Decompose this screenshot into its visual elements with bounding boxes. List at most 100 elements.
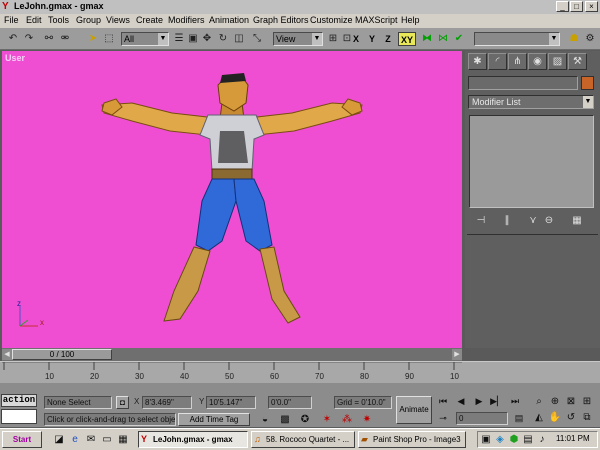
object-color-swatch[interactable] — [581, 76, 594, 90]
menu-help[interactable]: Help — [401, 15, 420, 25]
hierarchy-tab-icon[interactable]: ⋔ — [508, 53, 527, 70]
task-button-rococo-quartet[interactable]: ♫ 58. Rococo Quartet - ... — [251, 431, 355, 448]
quick-render-icon[interactable]: ⚙ — [583, 32, 597, 46]
tray-display-icon[interactable]: ▤ — [521, 433, 535, 446]
window-crossing-toggle-icon[interactable]: ⁂ — [340, 413, 354, 426]
spinner-snap-icon[interactable]: ✶ — [320, 413, 334, 426]
viewport-label[interactable]: User — [5, 53, 25, 63]
axis-x-button[interactable]: X — [349, 32, 363, 46]
task-button-paint-shop-pro[interactable]: ▰ Paint Shop Pro - Image3 — [358, 431, 466, 448]
maxscript-mini-listener-label[interactable]: action — [1, 394, 37, 407]
add-time-tag-button[interactable]: Add Time Tag — [178, 413, 250, 426]
degradation-override-icon[interactable]: ✷ — [360, 413, 374, 426]
maxscript-input[interactable] — [1, 409, 37, 424]
unlink-icon[interactable]: ⚮ — [58, 32, 72, 46]
close-button[interactable]: × — [585, 1, 598, 12]
modifier-stack-list[interactable] — [469, 115, 594, 208]
squash-icon[interactable]: ⤡ — [250, 32, 264, 46]
remove-modifier-icon[interactable]: ⊖ — [542, 214, 556, 227]
rotate-icon[interactable]: ↻ — [216, 32, 230, 46]
go-to-end-icon[interactable]: ⏭ — [508, 395, 522, 408]
tray-network-icon[interactable]: ▣ — [479, 433, 493, 446]
menu-edit[interactable]: Edit — [26, 15, 42, 25]
redo-icon[interactable]: ↷ — [22, 32, 36, 46]
select-by-name-icon[interactable]: ☰ — [172, 32, 186, 46]
reference-coord-dropdown[interactable]: View ▼ — [273, 32, 323, 46]
menu-create[interactable]: Create — [136, 15, 163, 25]
pivot-center-icon[interactable]: ⊞ — [326, 32, 340, 46]
object-name-field[interactable] — [468, 76, 578, 90]
modify-tab-icon[interactable]: ◜ — [488, 53, 507, 70]
play-icon[interactable]: ▶ — [472, 395, 486, 408]
time-prev-icon[interactable]: ◀ — [2, 349, 12, 360]
start-button[interactable]: Start — [2, 431, 42, 448]
field-of-view-icon[interactable]: ◭ — [532, 411, 546, 424]
zoom-extents-all-icon[interactable]: ⊞ — [580, 395, 594, 408]
modifier-list-dropdown[interactable]: Modifier List ▼ — [468, 95, 594, 109]
named-selection-dropdown[interactable]: ▼ — [474, 32, 560, 46]
quicklaunch-explorer-icon[interactable]: ◪ — [52, 433, 66, 446]
tray-app-icon[interactable]: ⬢ — [507, 433, 521, 446]
region-select-icon[interactable]: ⬚ — [102, 32, 116, 46]
lock-selection-icon[interactable]: ◘ — [116, 396, 129, 409]
zoom-icon[interactable]: ⌕ — [532, 395, 546, 408]
mirror-icon[interactable]: ⧓ — [420, 32, 434, 46]
render-icon[interactable]: ☗ — [567, 32, 581, 46]
animate-button[interactable]: Animate — [396, 396, 432, 424]
selection-filter-dropdown[interactable]: All ▼ — [121, 32, 169, 46]
named-selection-icon[interactable]: ✔ — [452, 32, 466, 46]
quicklaunch-desktop-icon[interactable]: ▭ — [100, 433, 114, 446]
undo-icon[interactable]: ↶ — [6, 32, 20, 46]
display-tab-icon[interactable]: ▨ — [548, 53, 567, 70]
tray-antivirus-icon[interactable]: ◈ — [493, 433, 507, 446]
select-arrow-icon[interactable]: ➤ — [86, 32, 100, 46]
time-slider-thumb[interactable]: 0 / 100 — [12, 349, 112, 360]
create-tab-icon[interactable]: ✱ — [468, 53, 487, 70]
menu-views[interactable]: Views — [106, 15, 130, 25]
percent-snap-icon[interactable]: ✪ — [298, 413, 312, 426]
menu-animation[interactable]: Animation — [209, 15, 249, 25]
character-model[interactable] — [2, 51, 462, 348]
gmax-app-icon[interactable]: Y — [2, 1, 12, 12]
task-button-gmax[interactable]: Y LeJohn.gmax - gmax — [138, 431, 248, 448]
y-coord-field[interactable]: 10'5.147" — [206, 396, 256, 409]
time-next-icon[interactable]: ▶ — [452, 349, 462, 360]
next-frame-icon[interactable]: ▶▏ — [490, 395, 504, 408]
quicklaunch-ie-icon[interactable]: e — [68, 433, 82, 446]
configure-sets-icon[interactable]: ▦ — [570, 214, 584, 227]
quicklaunch-media-icon[interactable]: ▦ — [116, 433, 130, 446]
x-coord-field[interactable]: 8'3.469" — [142, 396, 192, 409]
current-frame-field[interactable]: 0 — [456, 412, 508, 425]
z-coord-field[interactable]: 0'0.0" — [268, 396, 312, 409]
utilities-tab-icon[interactable]: ⚒ — [568, 53, 587, 70]
scale-icon[interactable]: ◫ — [232, 32, 246, 46]
pin-stack-icon[interactable]: ⊣ — [474, 214, 488, 227]
axis-xy-button[interactable]: XY — [398, 32, 416, 46]
axis-z-button[interactable]: Z — [381, 32, 395, 46]
make-unique-icon[interactable]: ⋎ — [526, 214, 540, 227]
perspective-viewport[interactable] — [2, 51, 462, 348]
quicklaunch-outlook-icon[interactable]: ✉ — [84, 433, 98, 446]
angle-snap-icon[interactable]: ▩ — [278, 413, 292, 426]
link-icon[interactable]: ⚯ — [42, 32, 56, 46]
clock[interactable]: 11:01 PM — [556, 434, 590, 443]
show-end-result-icon[interactable]: ∥ — [500, 214, 514, 227]
tray-volume-icon[interactable]: ♪ — [535, 433, 549, 446]
menu-customize[interactable]: Customize — [310, 15, 353, 25]
snap-toggle-icon[interactable]: ◒ — [258, 413, 272, 426]
menu-maxscript[interactable]: MAXScript — [355, 15, 398, 25]
menu-tools[interactable]: Tools — [48, 15, 69, 25]
arc-rotate-icon[interactable]: ↺ — [564, 411, 578, 424]
pan-hand-icon[interactable]: ✋ — [548, 411, 562, 424]
maximize-viewport-icon[interactable]: ⧉ — [580, 411, 594, 424]
menu-graph-editors[interactable]: Graph Editors — [253, 15, 309, 25]
time-config-icon[interactable]: ▤ — [512, 412, 526, 425]
align-icon[interactable]: ⋈ — [436, 32, 450, 46]
menu-modifiers[interactable]: Modifiers — [168, 15, 205, 25]
motion-tab-icon[interactable]: ◉ — [528, 53, 547, 70]
go-to-start-icon[interactable]: ⏮ — [436, 395, 450, 408]
key-mode-icon[interactable]: ⊸ — [436, 412, 450, 425]
menu-group[interactable]: Group — [76, 15, 101, 25]
maximize-button[interactable]: □ — [570, 1, 583, 12]
axis-y-button[interactable]: Y — [365, 32, 379, 46]
